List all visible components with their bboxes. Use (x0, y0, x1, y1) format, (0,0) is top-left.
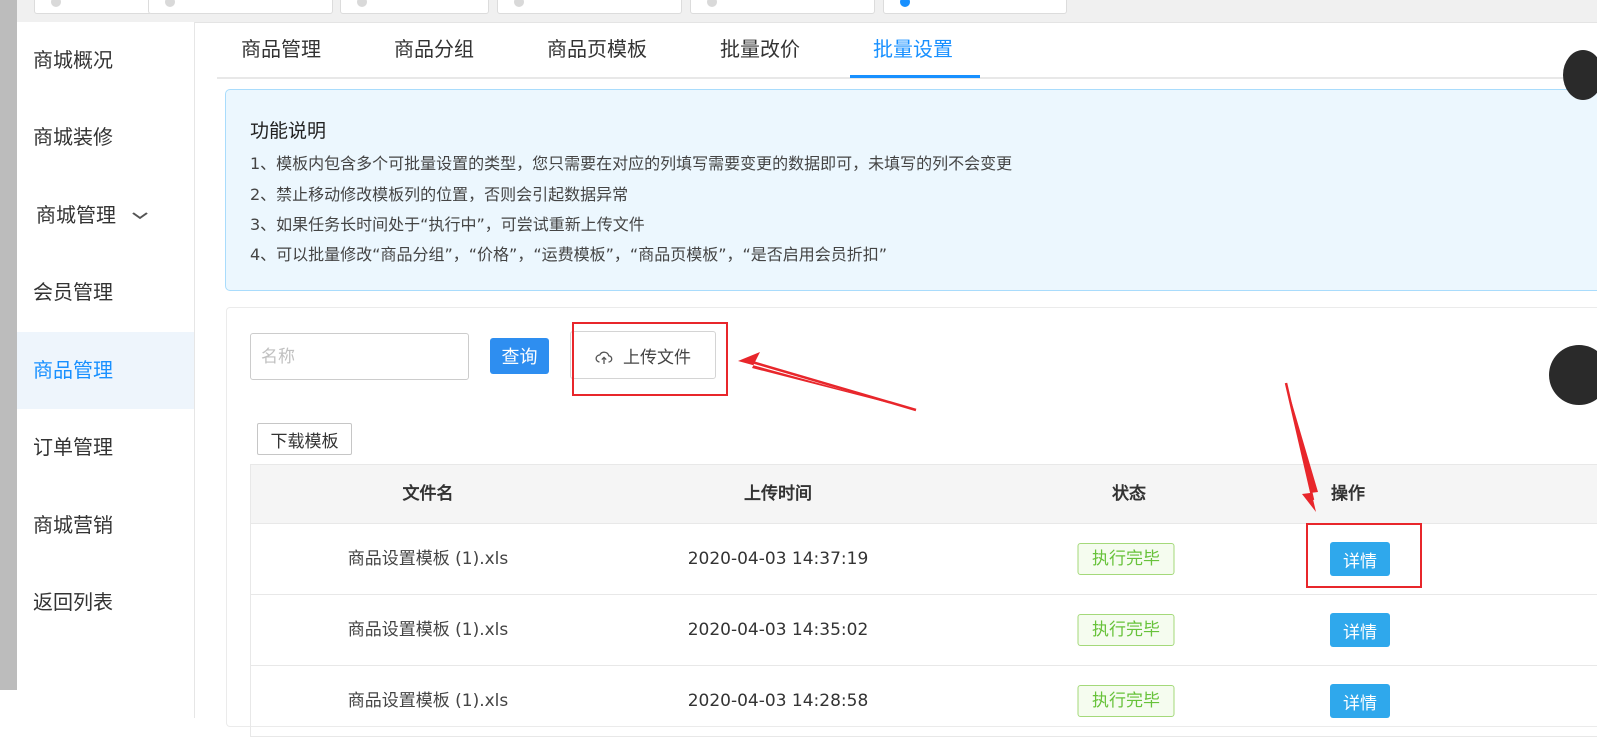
sidebar-item-orders[interactable]: 订单管理 (17, 409, 194, 486)
info-line: 3、如果任务长时间处于“执行中”，可尝试重新上传文件 (250, 215, 645, 234)
upload-time-cell: 2020-04-03 14:28:58 (687, 691, 869, 711)
sidebar-item-label: 返回列表 (33, 590, 113, 614)
top-tab-active[interactable] (883, 0, 1067, 14)
table-header: 文件名 上传时间 状态 操作 (250, 464, 1597, 524)
sidebar-item-products[interactable]: 商品管理 (17, 332, 194, 409)
tab-dot-icon (357, 0, 367, 7)
sidebar-item-label: 商品管理 (33, 358, 113, 382)
sidebar-item-decoration[interactable]: 商城装修 (17, 99, 194, 176)
tab-batch-price[interactable]: 批量改价 (720, 22, 800, 77)
sidebar-item-label: 商城营销 (33, 513, 113, 537)
top-tab[interactable] (340, 0, 489, 14)
top-tab[interactable] (497, 0, 682, 14)
tab-product-page-template[interactable]: 商品页模板 (547, 22, 647, 77)
annotation-box-upload (572, 322, 728, 396)
sidebar: 商城概况 商城装修 商城管理 会员管理 商品管理 订单管理 商城营销 返回列表 (17, 22, 195, 718)
detail-button[interactable]: 详情 (1330, 684, 1390, 718)
sidebar-item-members[interactable]: 会员管理 (17, 254, 194, 331)
sidebar-item-label: 会员管理 (33, 280, 113, 304)
sidebar-item-label: 商城概况 (33, 48, 113, 72)
status-badge: 执行完毕 (1077, 614, 1175, 646)
column-header-action: 操作 (1331, 484, 1365, 504)
top-tab-bar (17, 0, 1597, 23)
column-header-filename: 文件名 (402, 484, 454, 504)
floating-widget[interactable] (1563, 50, 1597, 100)
sidebar-item-label: 商城装修 (33, 125, 113, 149)
file-name-cell: 商品设置模板 (1).xls (347, 549, 509, 569)
file-name-cell: 商品设置模板 (1).xls (347, 620, 509, 640)
top-tab[interactable] (148, 0, 333, 14)
annotation-box-detail (1306, 523, 1422, 588)
active-tab-indicator (850, 75, 980, 78)
tab-product-management[interactable]: 商品管理 (241, 22, 321, 77)
file-name-cell: 商品设置模板 (1).xls (347, 691, 509, 711)
info-line: 2、禁止移动修改模板列的位置，否则会引起数据异常 (250, 185, 629, 204)
info-title: 功能说明 (250, 120, 327, 142)
tab-dot-icon (165, 0, 175, 7)
sidebar-item-label: 商城管理 (36, 203, 116, 227)
table-row: 商品设置模板 (1).xls 2020-04-03 14:28:58 执行完毕 … (250, 666, 1597, 737)
upload-time-cell: 2020-04-03 14:37:19 (687, 549, 869, 569)
sidebar-item-mall-management[interactable]: 商城管理 (17, 177, 194, 254)
top-tab[interactable] (34, 0, 152, 14)
column-header-status: 状态 (1112, 484, 1146, 504)
name-search-input[interactable] (250, 333, 469, 380)
column-header-upload-time: 上传时间 (744, 484, 812, 504)
download-template-button[interactable]: 下载模板 (257, 423, 352, 455)
tab-dot-icon (707, 0, 717, 7)
tab-dot-icon (51, 0, 61, 7)
sidebar-item-overview[interactable]: 商城概况 (17, 22, 194, 99)
window-left-strip (0, 0, 17, 690)
status-badge: 执行完毕 (1077, 685, 1175, 717)
tab-batch-settings[interactable]: 批量设置 (873, 22, 953, 77)
status-badge: 执行完毕 (1077, 543, 1175, 575)
info-line: 4、可以批量修改“商品分组”，“价格”，“运费模板”，“商品页模板”，“是否启用… (250, 245, 888, 264)
detail-button[interactable]: 详情 (1330, 613, 1390, 647)
function-description-box: 功能说明 1、模板内包含多个可批量设置的类型，您只需要在对应的列填写需要变更的数… (225, 89, 1597, 291)
top-tab[interactable] (690, 0, 875, 14)
tab-dot-icon (514, 0, 524, 7)
sidebar-item-back-to-list[interactable]: 返回列表 (17, 564, 194, 641)
chevron-down-icon (132, 178, 149, 255)
sub-tab-bar: 商品管理 商品分组 商品页模板 批量改价 批量设置 (217, 22, 1597, 79)
info-line: 1、模板内包含多个可批量设置的类型，您只需要在对应的列填写需要变更的数据即可，未… (250, 154, 1013, 173)
tab-dot-icon (900, 0, 910, 7)
sidebar-item-marketing[interactable]: 商城营销 (17, 487, 194, 564)
tab-product-groups[interactable]: 商品分组 (394, 22, 474, 77)
sidebar-item-label: 订单管理 (33, 435, 113, 459)
query-button[interactable]: 查询 (490, 338, 549, 374)
upload-time-cell: 2020-04-03 14:35:02 (687, 620, 869, 640)
table-row: 商品设置模板 (1).xls 2020-04-03 14:35:02 执行完毕 … (250, 595, 1597, 666)
